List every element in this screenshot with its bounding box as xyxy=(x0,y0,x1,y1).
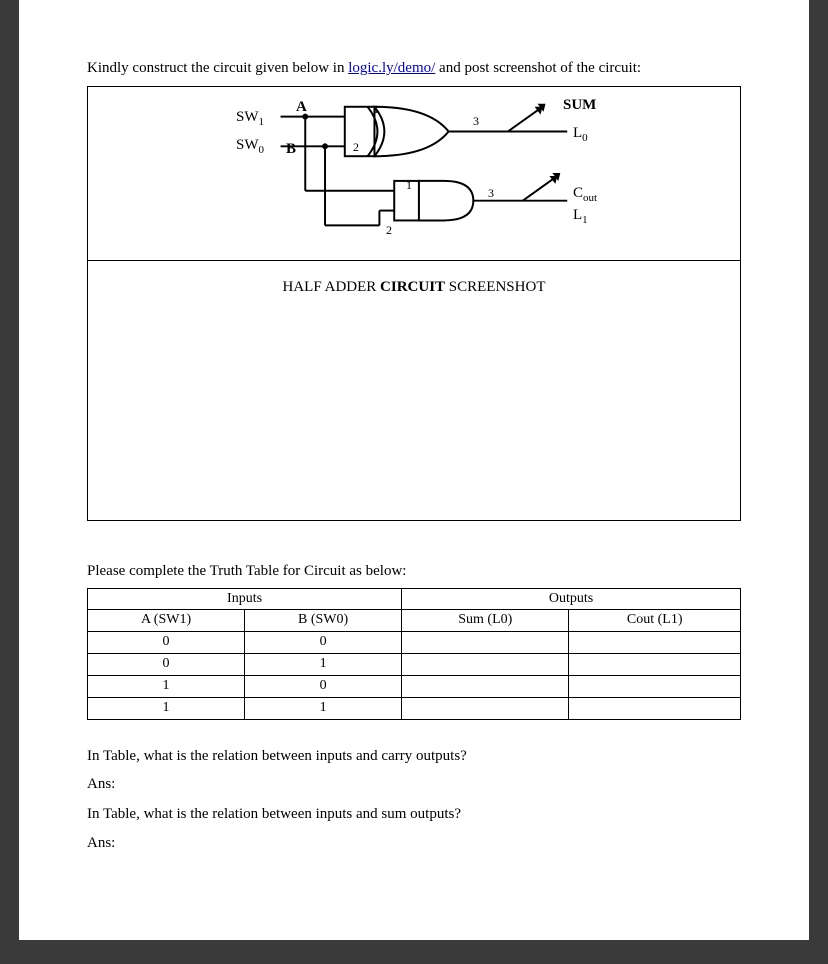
table-row: 0 1 xyxy=(88,654,741,676)
truth-table-intro: Please complete the Truth Table for Circ… xyxy=(87,561,741,581)
answer-2-label: Ans: xyxy=(87,833,741,853)
question-2: In Table, what is the relation between i… xyxy=(87,804,741,824)
table-row: A (SW1) B (SW0) Sum (L0) Cout (L1) xyxy=(88,610,741,632)
sw1-label: SW1 xyxy=(236,107,264,130)
intro-line: Kindly construct the circuit given below… xyxy=(87,58,741,78)
screenshot-placeholder: HALF ADDER CIRCUIT SCREENSHOT xyxy=(87,261,741,521)
cout-label: Cout xyxy=(573,183,597,206)
demo-link[interactable]: logic.ly/demo/ xyxy=(348,60,435,76)
document-page: Kindly construct the circuit given below… xyxy=(19,0,809,940)
col-sum: Sum (L0) xyxy=(402,610,569,632)
l0-label: L0 xyxy=(573,123,588,146)
l1-label: L1 xyxy=(573,205,588,228)
and-pin2: 2 xyxy=(386,222,392,238)
col-b: B (SW0) xyxy=(245,610,402,632)
table-row: 1 1 xyxy=(88,697,741,719)
and-pin3: 3 xyxy=(488,185,494,201)
intro-suffix: and post screenshot of the circuit: xyxy=(435,60,641,76)
inputs-header: Inputs xyxy=(88,588,402,610)
table-row: 1 0 xyxy=(88,676,741,698)
answer-1-label: Ans: xyxy=(87,774,741,794)
table-row: 0 0 xyxy=(88,632,741,654)
wire-a-label: A xyxy=(296,97,307,117)
sum-label: SUM xyxy=(563,95,596,115)
col-a: A (SW1) xyxy=(88,610,245,632)
outputs-header: Outputs xyxy=(402,588,741,610)
xor-pin1: 1 xyxy=(373,101,379,117)
table-row: Inputs Outputs xyxy=(88,588,741,610)
wire-b-label: B xyxy=(286,139,296,159)
cout-probe-icon xyxy=(523,173,561,201)
question-1: In Table, what is the relation between i… xyxy=(87,746,741,766)
intro-prefix: Kindly construct the circuit given below… xyxy=(87,60,348,76)
sum-probe-icon xyxy=(508,104,546,132)
col-cout: Cout (L1) xyxy=(569,610,741,632)
sw0-label: SW0 xyxy=(236,135,264,158)
xor-pin3: 3 xyxy=(473,113,479,129)
truth-table: Inputs Outputs A (SW1) B (SW0) Sum (L0) … xyxy=(87,588,741,720)
circuit-diagram: SW1 SW0 A B 1 2 3 1 2 3 SUM L0 Cout L1 xyxy=(87,86,741,261)
circuit-svg xyxy=(88,87,740,260)
xor-pin2: 2 xyxy=(353,139,359,155)
and-pin1: 1 xyxy=(406,177,412,193)
screenshot-caption: HALF ADDER CIRCUIT SCREENSHOT xyxy=(88,261,740,297)
